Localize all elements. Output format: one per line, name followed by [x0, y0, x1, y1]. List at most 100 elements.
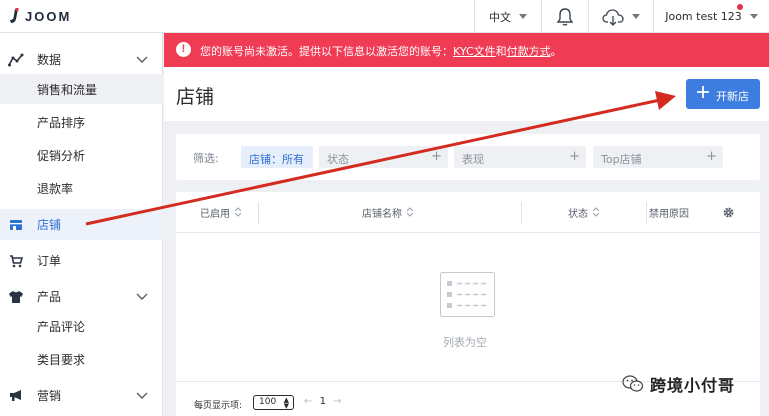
bell-icon [556, 7, 574, 26]
sidebar-item-category-requirements[interactable]: 类目要求 [0, 344, 163, 374]
banner-middle: 和 [495, 45, 507, 58]
sidebar-item-refund-rate[interactable]: 退款率 [0, 173, 163, 203]
chip-label: 状态 [327, 153, 349, 166]
sidebar-item-label: 营销 [37, 389, 62, 403]
sidebar-item-orders[interactable]: 订单 [0, 245, 163, 276]
banner-prefix: 您的账号尚未激活。提供以下信息以激活您的账号： [200, 45, 453, 58]
per-page-select[interactable]: 100 ▲ ▼ [253, 395, 294, 410]
sidebar-item-stores[interactable]: 店铺 [0, 209, 163, 240]
new-store-label: 开新店 [716, 90, 749, 103]
empty-list-icon [440, 272, 495, 317]
wechat-icon [622, 375, 644, 392]
notification-dot [737, 4, 743, 10]
current-page[interactable]: 1 [320, 396, 326, 407]
filter-chip-store[interactable]: 店铺：所有 [241, 146, 313, 168]
plus-icon: + [706, 149, 717, 164]
column-label: 已启用 [200, 208, 230, 220]
upload-menu[interactable] [588, 0, 653, 33]
filter-chip-performance[interactable]: 表现 + [454, 146, 586, 168]
sidebar-item-label: 销售和流量 [37, 82, 98, 97]
column-header-enabled[interactable]: 已启用 [200, 192, 241, 232]
payment-method-link[interactable]: 付款方式 [507, 45, 551, 58]
top-header: JOOM 中文 Joom test 123 [0, 0, 769, 33]
table-header-divider [176, 232, 760, 233]
prev-page-icon[interactable]: ← [304, 396, 312, 407]
cart-icon [8, 253, 24, 269]
notifications-button[interactable] [541, 0, 588, 33]
sort-icon [593, 207, 599, 217]
page-header: 店铺 开新店 [164, 67, 769, 121]
alert-icon: ! [176, 42, 191, 57]
language-selector[interactable]: 中文 [474, 0, 541, 33]
column-divider [521, 202, 522, 224]
activation-banner: ! 您的账号尚未激活。提供以下信息以激活您的账号：KYC文件和付款方式。 [164, 33, 769, 67]
caret-down-icon [749, 14, 758, 19]
sidebar-item-marketing[interactable]: 营销 [0, 380, 163, 411]
tshirt-icon [8, 289, 24, 305]
sidebar-item-label: 产品 [37, 290, 62, 304]
sidebar-item-promo-analysis[interactable]: 促销分析 [0, 140, 163, 170]
empty-list-text: 列表为空 [443, 336, 487, 349]
column-header-store-name[interactable]: 店铺名称 [362, 192, 413, 232]
sidebar-item-label: 数据 [37, 53, 62, 67]
page-title: 店铺 [176, 86, 215, 108]
chevron-down-icon [136, 392, 148, 399]
chevron-down-icon [136, 293, 148, 300]
pagination: ← 1 → [304, 396, 342, 407]
sidebar-item-product-ranking[interactable]: 产品排序 [0, 107, 163, 137]
sidebar-item-sales-traffic[interactable]: 销售和流量 [0, 74, 163, 104]
sidebar: 数据 销售和流量 产品排序 促销分析 退款率 店铺 订单 产品 产品评论 类目要… [0, 33, 163, 416]
chip-label: 表现 [462, 153, 484, 166]
sort-icon [407, 207, 413, 217]
column-header-status[interactable]: 状态 [568, 192, 599, 232]
watermark-text: 跨境小付哥 [650, 376, 736, 395]
stepper-arrows-icon: ▲ ▼ [283, 396, 289, 410]
column-label: 状态 [568, 208, 588, 220]
column-label: 店铺名称 [362, 208, 402, 220]
filter-chip-top-stores[interactable]: Top店铺 + [593, 146, 723, 168]
sidebar-item-label: 退款率 [37, 181, 74, 196]
logo-text: JOOM [25, 8, 72, 24]
language-label: 中文 [489, 10, 511, 24]
sidebar-item-label: 店铺 [37, 218, 62, 232]
sidebar-item-label: 产品排序 [37, 115, 86, 130]
chip-label: Top店铺 [601, 153, 642, 166]
sort-icon [235, 207, 241, 217]
user-menu[interactable]: Joom test 123 [653, 0, 769, 33]
gear-icon[interactable] [722, 206, 735, 219]
sidebar-item-product-reviews[interactable]: 产品评论 [0, 311, 163, 341]
column-divider [258, 202, 259, 224]
joom-logo[interactable]: JOOM [9, 8, 71, 24]
sidebar-item-data[interactable]: 数据 [0, 43, 163, 76]
kyc-documents-link[interactable]: KYC文件 [453, 45, 496, 58]
plus-icon: + [431, 149, 442, 164]
filter-label: 筛选: [193, 152, 219, 165]
per-page-label: 每页显示项: [194, 401, 243, 411]
user-name: Joom test 123 [665, 10, 742, 23]
megaphone-icon [8, 388, 24, 404]
plus-icon: + [569, 149, 580, 164]
banner-message: 您的账号尚未激活。提供以下信息以激活您的账号：KYC文件和付款方式。 [200, 43, 562, 59]
sidebar-item-label: 促销分析 [37, 148, 86, 163]
plus-icon [697, 86, 709, 98]
sidebar-item-products[interactable]: 产品 [0, 281, 163, 312]
store-icon [8, 217, 24, 233]
filter-chip-status[interactable]: 状态 + [319, 146, 448, 168]
chip-label: 店铺：所有 [249, 153, 304, 166]
filter-bar: 筛选: 店铺：所有 状态 + 表现 + Top店铺 + [176, 134, 760, 180]
joom-logo-icon [10, 8, 19, 23]
sidebar-item-label: 类目要求 [37, 352, 86, 367]
column-label: 禁用原因 [649, 208, 689, 220]
cloud-download-icon [602, 8, 624, 26]
next-page-icon[interactable]: → [333, 396, 341, 407]
caret-down-icon [632, 14, 640, 19]
per-page-value: 100 [259, 397, 277, 407]
column-header-disable-reason[interactable]: 禁用原因 [649, 192, 711, 232]
new-store-button[interactable]: 开新店 [686, 79, 760, 109]
chevron-down-icon [136, 56, 148, 63]
sidebar-item-label: 订单 [37, 254, 62, 268]
caret-down-icon [519, 14, 527, 19]
watermark: 跨境小付哥 [622, 372, 735, 396]
banner-suffix: 。 [550, 45, 562, 58]
sidebar-item-label: 产品评论 [37, 319, 86, 334]
